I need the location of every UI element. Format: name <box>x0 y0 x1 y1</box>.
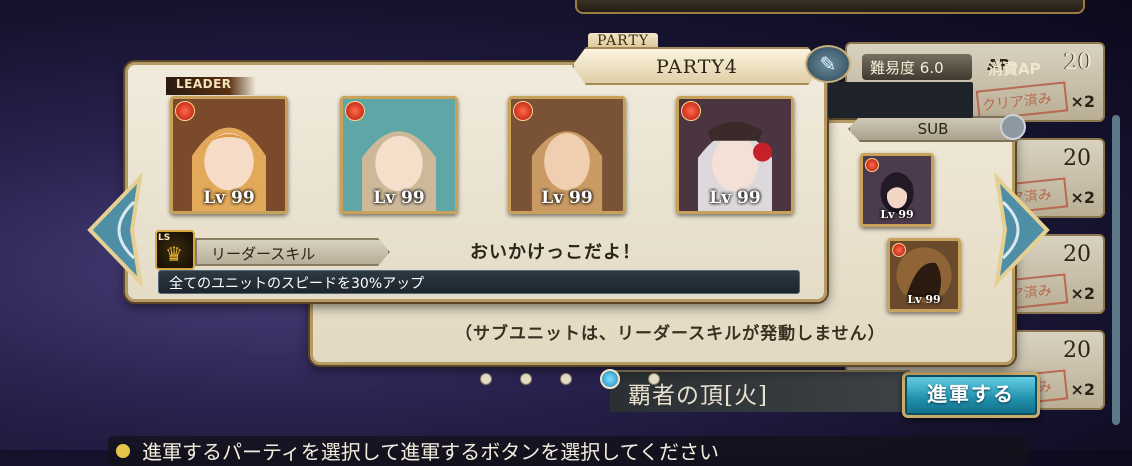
edit-name-button[interactable]: ✎ <box>805 45 851 83</box>
unit-level: Lv 99 <box>709 188 761 208</box>
party-unit-card-2[interactable]: Lv 99 <box>340 96 458 214</box>
sub-unit-card[interactable]: Lv 99 <box>860 153 934 227</box>
page-dot[interactable] <box>648 373 660 385</box>
previous-party-arrow-icon[interactable] <box>82 170 152 290</box>
sub-unit-card[interactable]: Lv 99 <box>887 238 961 312</box>
fire-element-icon <box>892 243 906 257</box>
cleared-stamp: クリア済み <box>975 81 1069 121</box>
fire-element-icon <box>345 101 365 121</box>
ap-value: 20 <box>1063 242 1091 267</box>
ap-value: 20 <box>1063 338 1091 363</box>
sub-unit-note: （サブユニットは、リーダースキルが発動しません） <box>455 324 886 344</box>
feather-pen-icon: ✎ <box>819 52 837 76</box>
instruction-bar: 進軍するパーティを選択して進軍するボタンを選択してください <box>108 436 1028 466</box>
unit-level: Lv 99 <box>373 188 425 208</box>
page-dot[interactable] <box>560 373 572 385</box>
fire-element-icon <box>513 101 533 121</box>
party-unit-card-1[interactable]: Lv 99 <box>170 96 288 214</box>
party-unit-card-4[interactable]: Lv 99 <box>676 96 794 214</box>
leader-skill-icon: LS ♛ <box>155 230 195 270</box>
party-unit-card-3[interactable]: Lv 99 <box>508 96 626 214</box>
instruction-text: 進軍するパーティを選択して進軍するボタンを選択してください <box>142 440 719 464</box>
bullet-icon <box>116 444 130 458</box>
next-party-arrow-icon[interactable] <box>985 170 1055 290</box>
unit-level: Lv 99 <box>203 188 255 208</box>
ap-label: 消費AP <box>988 60 1041 78</box>
difficulty-badge: 難易度 6.0 <box>862 54 972 80</box>
page-dot-active[interactable] <box>600 369 620 389</box>
page-dot[interactable] <box>520 373 532 385</box>
fire-element-icon <box>175 101 195 121</box>
leader-skill-label: リーダースキル <box>195 238 390 266</box>
quest-list-scrollbar[interactable] <box>1112 115 1120 425</box>
scrollbar-thumb[interactable] <box>1112 115 1120 425</box>
gear-icon <box>1000 114 1026 140</box>
multiplier: ×2 <box>1070 284 1095 303</box>
multiplier: ×2 <box>1070 188 1095 207</box>
ap-value: 20 <box>1064 50 1092 75</box>
difficulty-label: 難易度 <box>870 59 916 77</box>
leader-tag: LEADER <box>166 77 256 95</box>
fire-element-icon <box>681 101 701 121</box>
multiplier: ×2 <box>1070 92 1095 111</box>
leader-skill-name: おいかけっこだよ！ <box>470 242 641 263</box>
difficulty-value: 6.0 <box>919 59 944 77</box>
party-pagination <box>480 369 660 389</box>
advance-button[interactable]: 進軍する <box>902 372 1040 418</box>
unit-level: Lv 99 <box>907 293 941 306</box>
leader-skill-description: 全てのユニットのスピードを30%アップ <box>158 270 800 294</box>
page-dot[interactable] <box>480 373 492 385</box>
ap-value: 20 <box>1063 146 1091 171</box>
party-name-banner: PARTY4 <box>572 47 822 85</box>
unit-level: Lv 99 <box>541 188 593 208</box>
info-bar <box>828 82 973 118</box>
fire-element-icon <box>865 158 879 172</box>
crown-icon: ♛ <box>165 242 183 266</box>
party-name: PARTY4 <box>655 56 739 78</box>
sub-label: SUB <box>848 116 1018 142</box>
multiplier: ×2 <box>1070 380 1095 399</box>
unit-level: Lv 99 <box>880 208 914 221</box>
top-menu-strip <box>575 0 1085 14</box>
